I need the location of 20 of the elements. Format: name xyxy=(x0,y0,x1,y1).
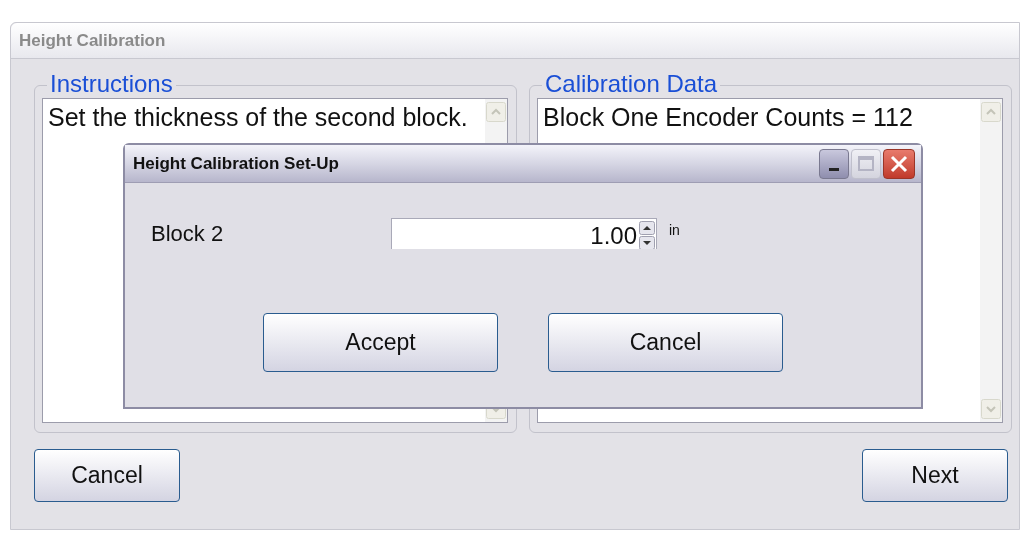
minimize-button[interactable] xyxy=(819,148,849,179)
spin-up-icon[interactable] xyxy=(639,221,655,235)
text-content: Set the thickness of the second block. xyxy=(48,102,468,133)
scrollbar[interactable] xyxy=(980,99,1002,422)
text-content: Block One Encoder Counts = 112 xyxy=(543,102,913,133)
number-spin-field[interactable]: 1.00 xyxy=(391,218,657,249)
unit-label: in xyxy=(669,221,680,240)
spin-down-icon[interactable] xyxy=(639,236,655,249)
window-button[interactable]: Cancel xyxy=(34,449,180,502)
dialog-button[interactable]: Cancel xyxy=(548,313,783,372)
scroll-up-icon[interactable] xyxy=(486,102,506,122)
window-button[interactable]: Next xyxy=(862,449,1008,502)
scroll-down-icon[interactable] xyxy=(981,399,1001,419)
window-title: Height Calibration xyxy=(19,29,166,52)
close-icon xyxy=(890,154,908,173)
field-label: Block 2 xyxy=(151,220,225,248)
scroll-up-icon[interactable] xyxy=(981,102,1001,122)
dialog-button[interactable]: Accept xyxy=(263,313,498,372)
dialog-title: Height Calibration Set-Up xyxy=(133,152,339,175)
close-button[interactable] xyxy=(883,148,915,179)
